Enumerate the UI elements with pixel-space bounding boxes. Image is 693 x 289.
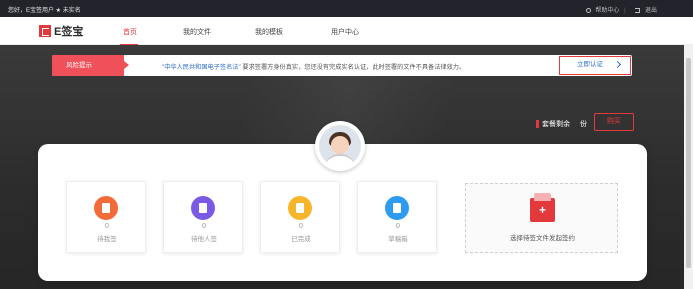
stat-label: 待我签 (97, 236, 117, 243)
logo[interactable]: E签宝 (39, 23, 83, 39)
nav-item-home[interactable]: 首页 (123, 27, 137, 37)
pen-icon (94, 196, 118, 220)
verify-now-label: 立即认证 (577, 61, 603, 68)
help-center-link[interactable]: 帮助中心 (595, 8, 619, 14)
avatar-body (325, 154, 355, 167)
chevron-right-icon (613, 60, 622, 69)
stat-count: 0 (202, 223, 206, 230)
stat-card-others-to-sign[interactable]: 0 待他人签 (163, 181, 243, 253)
law-link[interactable]: "中华人民共和国电子签名法" (162, 64, 241, 71)
help-icon (585, 8, 591, 13)
logo-mark-icon (39, 25, 51, 37)
stat-label: 待他人签 (191, 236, 217, 243)
stat-count: 0 (105, 223, 109, 230)
nav-item-user-center[interactable]: 用户中心 (331, 27, 359, 37)
nav-item-my-templates[interactable]: 我的模板 (255, 27, 283, 37)
draft-icon (385, 196, 409, 220)
verify-now-button[interactable]: 立即认证 (559, 56, 631, 75)
main-navbar: E签宝 首页 我的文件 我的模板 用户中心 (0, 17, 693, 46)
avatar[interactable] (315, 121, 365, 171)
nav-item-my-files[interactable]: 我的文件 (183, 27, 211, 37)
top-bar: 您好，E宝签用户 ★ 未实名 帮助中心 | 退出 (0, 0, 693, 17)
avatar-face (331, 136, 349, 154)
scrollbar-thumb[interactable] (686, 58, 691, 268)
greeting-text: 您好，E宝签用户 ★ 未实名 (8, 8, 81, 14)
package-label: 套餐剩余 (542, 121, 570, 128)
package-remaining: 套餐剩余 份 (536, 119, 587, 129)
risk-message-text: 要求签署方身份真实，您还没有完成实名认证，此时签署的文件不具备法律效力。 (242, 64, 466, 71)
stat-card-drafts[interactable]: 0 草稿箱 (357, 181, 437, 253)
upload-label: 选择待签文件发起签约 (510, 235, 575, 242)
stat-label: 已完成 (291, 236, 311, 243)
stat-count: 0 (299, 223, 303, 230)
risk-tag: 风险提示 (52, 55, 129, 76)
top-bar-links: 帮助中心 | 退出 (583, 5, 657, 14)
buy-button[interactable]: 购买 (594, 113, 634, 131)
add-document-icon (530, 193, 555, 222)
avatar-image (319, 125, 361, 167)
stat-count: 0 (396, 223, 400, 230)
risk-warning-bar: 风险提示 "中华人民共和国电子签名法" 要求签署方身份真实，您还没有完成实名认证… (52, 55, 632, 76)
stat-card-completed[interactable]: 0 已完成 (260, 181, 340, 253)
logo-text: E签宝 (54, 26, 84, 38)
upload-file-box[interactable]: 选择待签文件发起签约 (465, 183, 618, 253)
logout-icon (635, 8, 641, 13)
package-unit: 份 (580, 121, 587, 128)
stat-card-to-sign[interactable]: 0 待我签 (66, 181, 146, 253)
logout-link[interactable]: 退出 (645, 8, 657, 14)
divider: | (624, 8, 626, 14)
check-doc-icon (288, 196, 312, 220)
risk-message: "中华人民共和国电子签名法" 要求签署方身份真实，您还没有完成实名认证，此时签署… (162, 62, 465, 71)
user-icon (191, 196, 215, 220)
stat-label: 草稿箱 (388, 236, 408, 243)
package-marker (536, 120, 539, 128)
